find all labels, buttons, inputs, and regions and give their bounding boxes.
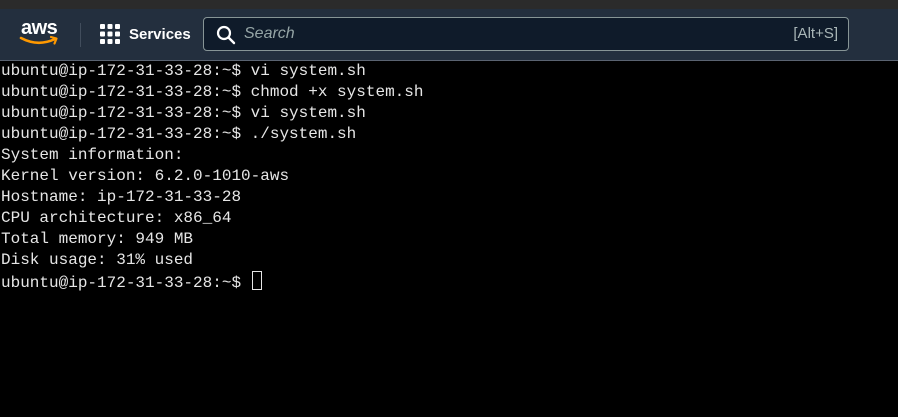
terminal-line: Kernel version: 6.2.0-1010-aws bbox=[1, 167, 290, 185]
terminal-line: CPU architecture: x86_64 bbox=[1, 209, 232, 227]
aws-console-navbar: aws Services [Alt+S] bbox=[0, 9, 898, 61]
terminal-line: ubuntu@ip-172-31-33-28:~$ vi system.sh bbox=[1, 62, 366, 80]
search-icon bbox=[216, 25, 236, 45]
aws-logo[interactable]: aws bbox=[18, 17, 62, 49]
services-menu-button[interactable]: Services bbox=[92, 19, 191, 49]
terminal-line: ubuntu@ip-172-31-33-28:~$ chmod +x syste… bbox=[1, 83, 424, 101]
navbar-divider bbox=[80, 23, 81, 47]
aws-smile-icon bbox=[19, 35, 58, 45]
terminal-line: Disk usage: 31% used bbox=[1, 251, 194, 269]
search-input[interactable] bbox=[244, 19, 764, 49]
terminal-output[interactable]: ubuntu@ip-172-31-33-28:~$ vi system.sh u… bbox=[0, 61, 898, 417]
terminal-current-line[interactable]: ubuntu@ip-172-31-33-28:~$ bbox=[0, 271, 898, 292]
terminal-prompt: ubuntu@ip-172-31-33-28:~$ bbox=[1, 274, 251, 292]
search-box[interactable]: [Alt+S] bbox=[203, 17, 849, 51]
terminal-line: System information: bbox=[1, 146, 184, 164]
services-label: Services bbox=[129, 25, 191, 43]
terminal-line: ubuntu@ip-172-31-33-28:~$ ./system.sh bbox=[1, 125, 357, 143]
terminal-cursor bbox=[251, 271, 262, 290]
terminal-line: Hostname: ip-172-31-33-28 bbox=[1, 188, 242, 206]
terminal-line: Total memory: 949 MB bbox=[1, 230, 194, 248]
apps-grid-icon bbox=[100, 24, 120, 44]
search-shortcut-hint: [Alt+S] bbox=[793, 25, 838, 42]
terminal-line: ubuntu@ip-172-31-33-28:~$ vi system.sh bbox=[1, 104, 366, 122]
